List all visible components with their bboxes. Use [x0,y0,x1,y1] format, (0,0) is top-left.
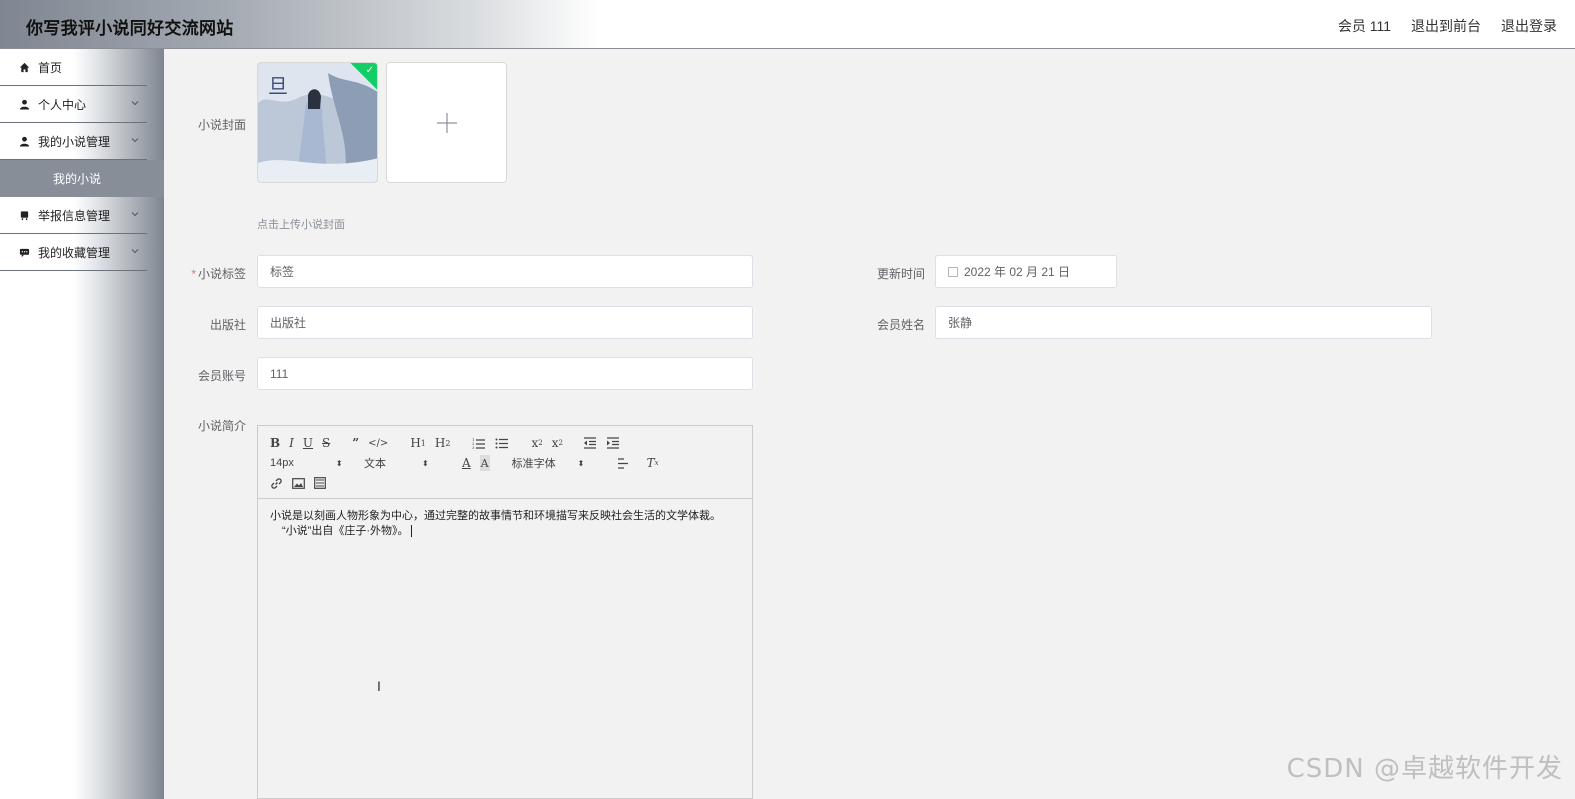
subscript-icon[interactable]: x2 [531,435,542,451]
sidebar-item-favorites[interactable]: 我的收藏管理 [0,234,147,271]
sidebar: 首页 个人中心 我的小说管理 我的小说 举报信息管理 我的收藏管理 [0,49,164,799]
tag-input[interactable]: 标签 [257,255,753,288]
toolbar-row-1: B I U S ” </> H1 H2 123 x2 x2 [270,435,629,451]
select-arrow-icon: ⬍ [335,458,343,468]
font-size-value: 14px [270,457,294,469]
member-name-input[interactable]: 张静 [935,306,1432,339]
report-icon [18,209,30,221]
code-icon[interactable]: </> [368,435,388,451]
sidebar-item-label: 个人中心 [38,97,87,112]
sidebar-item-my-novels[interactable]: 我的小说管理 [0,123,147,160]
h1-icon[interactable]: H1 [410,435,426,451]
home-icon [18,61,30,73]
upload-button[interactable] [386,62,507,183]
bold-icon[interactable]: B [270,435,280,451]
background-color-icon[interactable]: A [479,455,490,471]
cover-label: 小说封面 [197,118,246,132]
chevron-down-icon [131,212,139,217]
intro-label: 小说简介 [197,419,246,433]
toolbar-row-3 [270,475,335,491]
user-icon [18,98,30,110]
font-color-icon[interactable]: A [462,455,471,471]
update-time-label: 更新时间 [876,267,925,281]
quote-icon[interactable]: ” [352,435,359,451]
sidebar-item-label: 我的小说管理 [38,134,111,149]
chevron-down-icon [131,249,139,254]
sidebar-subitem-my-novel[interactable]: 我的小说 [0,160,164,197]
sidebar-item-label: 我的收藏管理 [38,245,111,260]
rich-text-editor[interactable]: B I U S ” </> H1 H2 123 x2 x2 14px ⬍ 文本 … [257,425,753,799]
text-type-select[interactable]: 文本 ⬍ [364,455,462,471]
sidebar-item-personal[interactable]: 个人中心 [0,86,147,123]
content-line-1: 小说是以刻画人物形象为中心，通过完整的故事情节和环境描写来反映社会生活的文学体裁… [270,510,721,522]
ordered-list-icon[interactable]: 123 [472,435,486,451]
to-front-link[interactable]: 退出到前台 [1411,16,1481,36]
link-icon[interactable] [270,475,283,491]
member-name-label: 会员姓名 [876,318,925,332]
calendar-icon [948,266,958,277]
bullet-list-icon[interactable] [495,435,509,451]
image-icon[interactable] [292,475,305,491]
member-account-input[interactable]: 111 [257,357,753,390]
italic-icon[interactable]: I [289,435,294,451]
member-account-label: 会员账号 [197,369,246,383]
strike-icon[interactable]: S [322,435,330,451]
watermark: CSDN @卓越软件开发 [1286,754,1563,784]
font-family-value: 标准字体 [511,458,556,470]
sidebar-item-reports[interactable]: 举报信息管理 [0,197,147,234]
top-header: 你写我评小说同好交流网站 会员 111 退出到前台 退出登录 [0,0,1575,49]
select-arrow-icon: ⬍ [577,458,585,468]
editor-toolbar: B I U S ” </> H1 H2 123 x2 x2 14px ⬍ 文本 … [258,426,752,499]
superscript-icon[interactable]: x2 [552,435,563,451]
check-icon: ✓ [365,65,374,76]
indent-icon[interactable] [606,435,620,451]
toolbar-row-2: 14px ⬍ 文本 ⬍ A A 标准字体 ⬍ Tx [270,455,668,471]
tag-label-text: 小说标签 [197,267,246,281]
font-size-select[interactable]: 14px ⬍ [270,457,364,469]
cover-thumbnail[interactable]: 旦 ✓ [257,62,378,183]
publisher-input[interactable]: 出版社 [257,306,753,339]
outdent-icon[interactable] [583,435,597,451]
clear-format-icon[interactable]: Tx [647,455,659,471]
sidebar-item-home[interactable]: 首页 [0,49,147,86]
underline-icon[interactable]: U [303,435,313,451]
plus-icon [436,112,457,133]
content-line-2: “小说”出自《庄子·外物》。 [282,525,409,537]
font-family-select[interactable]: 标准字体 ⬍ [512,455,617,471]
chevron-down-icon [131,138,139,143]
align-icon[interactable] [617,455,629,471]
sidebar-item-label: 首页 [38,60,63,75]
update-time-picker[interactable]: 2022 年 02 月 21 日 [935,255,1117,288]
upload-tip: 点击上传小说封面 [257,219,345,231]
cover-image: 旦 [258,63,377,182]
sidebar-item-label: 举报信息管理 [38,208,111,223]
text-caret [410,525,412,538]
site-title: 你写我评小说同好交流网站 [26,19,234,38]
text-cursor-icon: I [377,678,381,694]
editor-content[interactable]: 小说是以刻画人物形象为中心，通过完整的故事情节和环境描写来反映社会生活的文学体裁… [258,499,752,549]
select-arrow-icon: ⬍ [422,458,429,468]
publisher-label: 出版社 [209,318,246,332]
chat-icon [18,246,30,258]
tag-label: * 小说标签 [180,265,246,282]
user-icon [18,135,30,147]
update-time-value: 2022 年 02 月 21 日 [964,265,1071,279]
svg-text:3: 3 [472,445,475,449]
required-mark: * [191,267,196,281]
chevron-down-icon [131,101,139,106]
member-link[interactable]: 会员 111 [1338,16,1391,36]
video-icon[interactable] [314,475,326,491]
text-type-value: 文本 [364,458,386,470]
svg-text:旦: 旦 [268,74,288,98]
content-line-2-wrap: “小说”出自《庄子·外物》。 [270,524,740,539]
header-actions: 会员 111 退出到前台 退出登录 [1338,16,1557,36]
logout-link[interactable]: 退出登录 [1501,16,1557,36]
h2-icon[interactable]: H2 [435,435,451,451]
